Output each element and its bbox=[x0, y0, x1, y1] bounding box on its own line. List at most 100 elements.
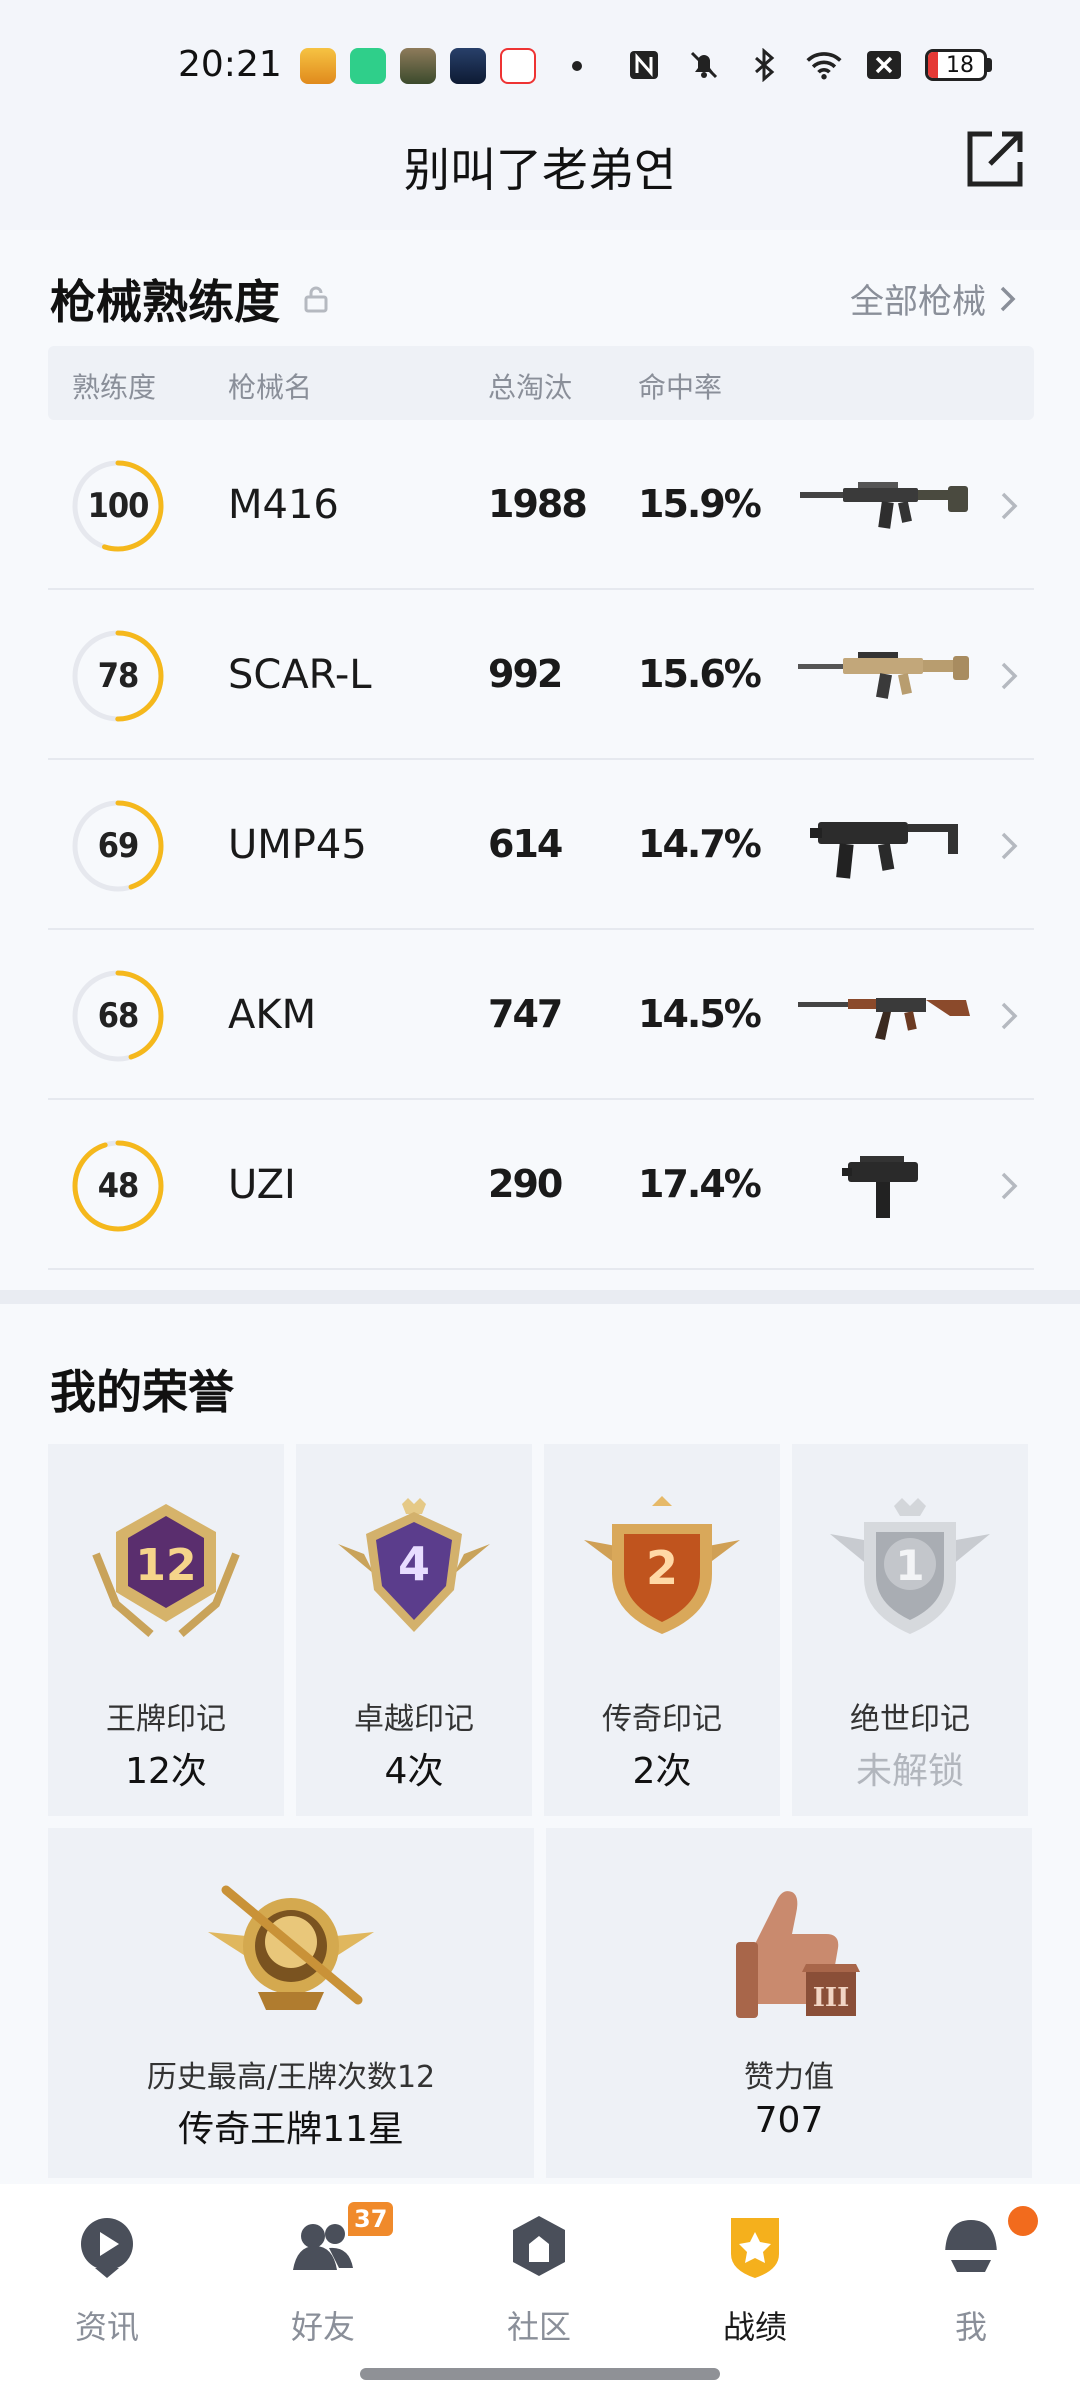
battery-level-text: 18 bbox=[946, 53, 974, 78]
nav-item-record[interactable]: 战绩 bbox=[680, 2208, 830, 2348]
likes-tile[interactable]: III 赞力值 707 bbox=[546, 1828, 1032, 2178]
app-notification-icon bbox=[300, 48, 336, 84]
column-header-kills: 总淘汰 bbox=[488, 371, 573, 404]
nav-label: 资讯 bbox=[74, 2308, 139, 2346]
badge-count: 2次 bbox=[632, 1751, 692, 1792]
community-icon bbox=[513, 2216, 565, 2276]
helmet-icon bbox=[945, 2220, 997, 2272]
gun-name: AKM bbox=[228, 992, 317, 1038]
share-icon[interactable] bbox=[962, 126, 1028, 192]
ace-rank-emblem-icon bbox=[208, 1885, 374, 2010]
badge-tile-ace[interactable]: 12 王牌印记 12次 bbox=[48, 1444, 284, 1816]
ump45-smg-image bbox=[810, 822, 958, 879]
app-notification-icon bbox=[500, 48, 536, 84]
scar-l-rifle-image bbox=[798, 652, 969, 699]
highest-rank-value: 传奇王牌11星 bbox=[178, 2109, 404, 2150]
column-header-mastery: 熟练度 bbox=[72, 371, 157, 404]
nav-item-me[interactable]: 我 bbox=[896, 2206, 1046, 2348]
mastery-value: 48 bbox=[97, 1166, 140, 1206]
battery-indicator: 18 bbox=[925, 49, 992, 81]
legend-badge-icon: 2 bbox=[584, 1496, 740, 1634]
bluetooth-icon bbox=[745, 46, 783, 84]
badge-label: 绝世印记 bbox=[850, 1702, 970, 1737]
all-guns-label: 全部枪械 bbox=[850, 282, 986, 322]
gun-section-title: 枪械熟练度 bbox=[50, 275, 280, 329]
nfc-icon bbox=[625, 46, 663, 84]
gun-kills: 614 bbox=[488, 822, 563, 866]
likes-value: 707 bbox=[754, 2100, 824, 2141]
highest-rank-label: 历史最高/王牌次数12 bbox=[146, 2060, 436, 2095]
gun-row-akm[interactable]: 68 AKM 747 14.5% bbox=[48, 930, 1034, 1100]
akm-rifle-image bbox=[798, 998, 970, 1040]
uzi-smg-image bbox=[842, 1156, 918, 1218]
chevron-right-icon bbox=[1001, 662, 1018, 690]
status-bar: 20:21 18 bbox=[0, 0, 1080, 130]
gun-row-m416[interactable]: 100 M416 1988 15.9% bbox=[48, 420, 1034, 590]
gun-kills: 290 bbox=[488, 1162, 563, 1206]
gun-kills: 1988 bbox=[488, 482, 588, 526]
system-icons: 18 bbox=[625, 46, 992, 84]
app-notification-icon bbox=[350, 48, 386, 84]
unlock-icon[interactable] bbox=[302, 285, 330, 313]
badge-label: 传奇印记 bbox=[602, 1702, 722, 1737]
status-time: 20:21 bbox=[178, 44, 282, 85]
peerless-badge-icon: 1 bbox=[830, 1498, 990, 1634]
nav-item-community[interactable]: 社区 bbox=[464, 2208, 614, 2348]
mute-icon bbox=[685, 46, 723, 84]
friends-notification-badge: 37 bbox=[348, 2202, 394, 2236]
no-sim-icon bbox=[865, 46, 903, 84]
mastery-value: 100 bbox=[87, 486, 150, 526]
mastery-value: 78 bbox=[97, 656, 140, 696]
highest-rank-tile[interactable]: 历史最高/王牌次数12 传奇王牌11星 bbox=[48, 1828, 534, 2178]
gun-name: SCAR-L bbox=[228, 652, 372, 698]
page-header: 别叫了老弟연 bbox=[0, 120, 1080, 230]
chevron-right-icon bbox=[1000, 286, 1016, 311]
me-notification-dot bbox=[1008, 2206, 1038, 2236]
gun-section-header: 枪械熟练度 bbox=[50, 266, 330, 332]
notification-icons bbox=[300, 48, 582, 84]
home-indicator[interactable] bbox=[360, 2368, 720, 2380]
app-notification-icon bbox=[400, 48, 436, 84]
honor-section-title: 我的荣誉 bbox=[50, 1365, 234, 1419]
honor-section: 我的荣誉 12 王牌印记 12次 4 卓越印记 4次 2 传奇印记 2次 1 绝… bbox=[0, 1304, 1080, 2184]
gun-accuracy: 15.9% bbox=[638, 482, 762, 526]
badge-count: 4次 bbox=[384, 1751, 444, 1792]
all-guns-link[interactable]: 全部枪械 bbox=[850, 274, 1018, 323]
column-header-accuracy: 命中率 bbox=[638, 371, 723, 404]
battery-level-fill bbox=[928, 52, 939, 78]
excellence-badge-icon: 4 bbox=[338, 1498, 490, 1632]
badge-count: 12次 bbox=[125, 1751, 207, 1792]
svg-text:4: 4 bbox=[398, 1537, 430, 1591]
svg-text:III: III bbox=[813, 1983, 850, 2013]
nav-label: 社区 bbox=[506, 2308, 571, 2346]
gun-name: UZI bbox=[228, 1162, 296, 1208]
gun-kills: 992 bbox=[488, 652, 563, 696]
nav-label: 好友 bbox=[290, 2308, 355, 2346]
gun-name: M416 bbox=[228, 482, 339, 528]
mastery-value: 68 bbox=[97, 996, 140, 1036]
nav-label: 我 bbox=[954, 2308, 987, 2346]
gun-row-uzi[interactable]: 48 UZI 290 17.4% bbox=[48, 1100, 1034, 1270]
wifi-icon bbox=[805, 46, 843, 84]
gun-table-header: 熟练度 枪械名 总淘汰 命中率 bbox=[48, 346, 1034, 420]
chevron-right-icon bbox=[1001, 1172, 1018, 1200]
badge-tile-excellence[interactable]: 4 卓越印记 4次 bbox=[296, 1444, 532, 1816]
badge-tile-legend[interactable]: 2 传奇印记 2次 bbox=[544, 1444, 780, 1816]
app-notification-icon bbox=[450, 48, 486, 84]
more-notifications-dot bbox=[572, 61, 582, 71]
gun-kills: 747 bbox=[488, 992, 563, 1036]
chevron-right-icon bbox=[1001, 1002, 1018, 1030]
gun-row-ump45[interactable]: 69 UMP45 614 14.7% bbox=[48, 760, 1034, 930]
section-divider bbox=[0, 1290, 1080, 1304]
badge-count: 未解锁 bbox=[855, 1751, 964, 1792]
badge-label: 卓越印记 bbox=[354, 1702, 474, 1737]
gun-row-scar-l[interactable]: 78 SCAR-L 992 15.6% bbox=[48, 590, 1034, 760]
nav-item-friends[interactable]: 37 好友 bbox=[248, 2202, 398, 2348]
badge-tile-peerless[interactable]: 1 绝世印记 未解锁 bbox=[792, 1444, 1028, 1816]
gun-accuracy: 15.6% bbox=[638, 652, 762, 696]
nav-item-news[interactable]: 资讯 bbox=[32, 2208, 182, 2348]
mastery-value: 69 bbox=[97, 826, 140, 866]
svg-text:1: 1 bbox=[895, 1541, 924, 1590]
m416-rifle-image bbox=[800, 482, 968, 529]
gun-accuracy: 17.4% bbox=[638, 1162, 762, 1206]
